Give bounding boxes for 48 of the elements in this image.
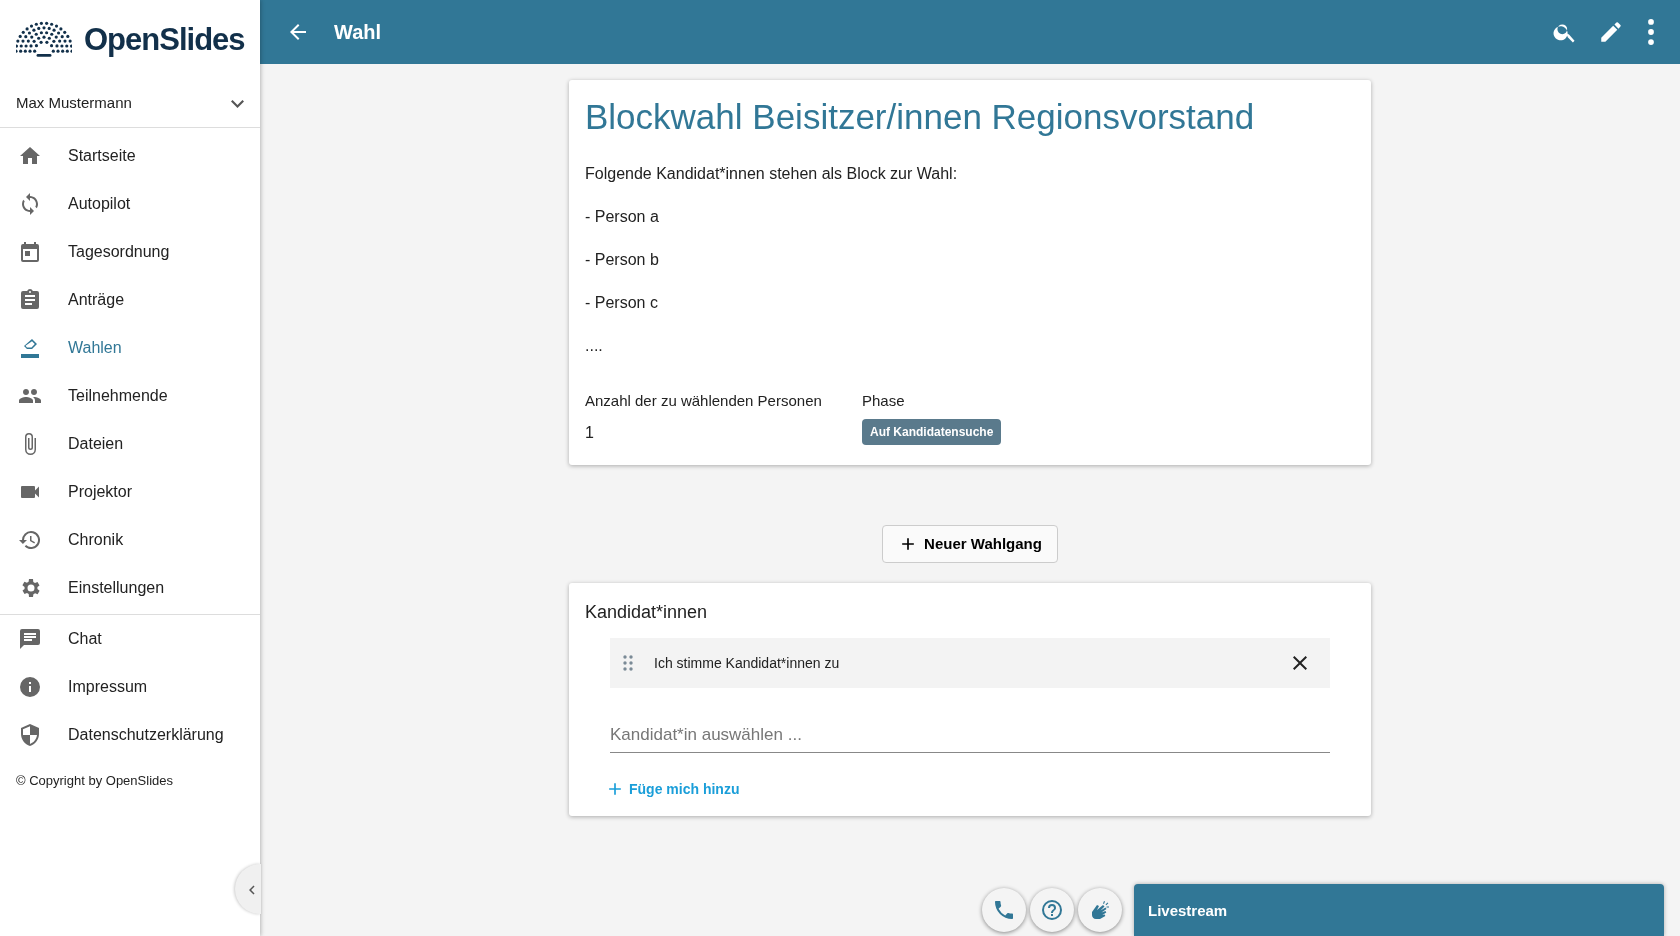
help-button[interactable] bbox=[1030, 888, 1074, 932]
nav-item[interactable]: Impressum bbox=[0, 663, 260, 711]
field-label: Phase bbox=[862, 391, 906, 411]
nav-item[interactable]: Dateien bbox=[0, 420, 260, 468]
description-text: - Person c bbox=[585, 293, 659, 313]
chevron-down-icon bbox=[231, 99, 244, 108]
nav-item[interactable]: Einstellungen bbox=[0, 564, 260, 612]
description-text: - Person b bbox=[585, 250, 660, 270]
info-icon bbox=[18, 675, 42, 699]
calendar-icon bbox=[18, 240, 42, 264]
nav-item[interactable]: Chat bbox=[0, 615, 260, 663]
chat-icon bbox=[18, 627, 42, 651]
description-text: - Person a bbox=[585, 207, 660, 227]
nav-item[interactable]: Projektor bbox=[0, 468, 260, 516]
livestream-title: Livestream bbox=[1148, 902, 1228, 919]
parliament-logo-icon bbox=[16, 21, 72, 59]
section-title: Kandidat*innen bbox=[584, 601, 709, 624]
description-text: .... bbox=[585, 336, 604, 356]
candidate-select-field[interactable]: Kandidat*in auswählen ... bbox=[610, 718, 1330, 753]
page-title: Wahl bbox=[334, 20, 382, 45]
nav-item[interactable]: Wahlen bbox=[0, 324, 260, 372]
applause-button[interactable] bbox=[1078, 888, 1122, 932]
field-value: 1 bbox=[585, 422, 595, 443]
more-vertical-icon bbox=[1648, 19, 1654, 45]
nav-item[interactable]: Startseite bbox=[0, 132, 260, 180]
phone-icon bbox=[992, 898, 1016, 922]
nav-item[interactable]: Teilnehmende bbox=[0, 372, 260, 420]
nav-item[interactable]: Autopilot bbox=[0, 180, 260, 228]
logo-text: OpenSlides bbox=[84, 20, 245, 59]
nav-item[interactable]: Chronik bbox=[0, 516, 260, 564]
field-label: Anzahl der zu wählenden Personen bbox=[585, 391, 823, 411]
nav-item[interactable]: Datenschutzerklärung bbox=[0, 711, 260, 759]
description-text: Folgende Kandidat*innen stehen als Block zur Wahl: bbox=[585, 164, 959, 184]
nav-item[interactable]: Anträge bbox=[0, 276, 260, 324]
candidate-name: Ich stimme Kandidat*innen zu bbox=[654, 653, 841, 673]
call-button[interactable] bbox=[982, 888, 1026, 932]
user-menu[interactable]: Max Mustermann bbox=[0, 80, 260, 128]
drag-handle-icon bbox=[622, 654, 634, 672]
user-name: Max Mustermann bbox=[16, 93, 132, 114]
clipboard-icon bbox=[18, 288, 42, 312]
pencil-icon bbox=[1598, 19, 1624, 45]
phase-badge: Auf Kandidatensuche bbox=[862, 418, 1002, 445]
nav-item[interactable]: Tagesordnung bbox=[0, 228, 260, 276]
election-title: Blockwahl Beisitzer/innen Regionsvorstand bbox=[585, 96, 1256, 138]
copyright-text: © Copyright by OpenSlides bbox=[15, 772, 174, 790]
history-icon bbox=[18, 528, 42, 552]
shield-icon bbox=[18, 723, 42, 747]
new-ballot-button[interactable]: Neuer Wahlgang bbox=[882, 524, 1058, 563]
